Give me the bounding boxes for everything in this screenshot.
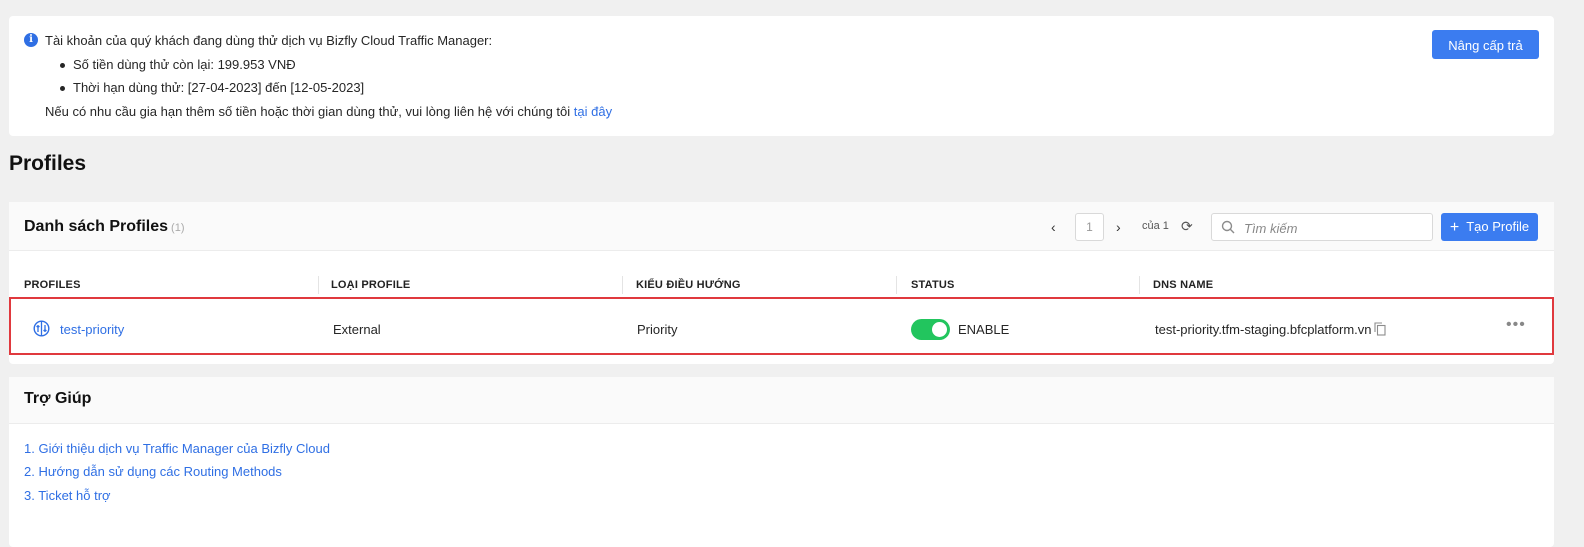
column-header-status: STATUS (911, 279, 955, 291)
search-box[interactable] (1211, 213, 1433, 241)
column-header-dns: DNS NAME (1153, 279, 1214, 291)
profile-routing: Priority (637, 322, 678, 337)
column-header-profiles: PROFILES (24, 279, 81, 291)
column-divider (1139, 276, 1140, 294)
upgrade-button[interactable]: Nâng cấp trả phí (1432, 30, 1539, 82)
trial-notice: i Tài khoản của quý khách đang dùng thử … (9, 16, 1554, 136)
create-profile-button[interactable]: + Tạo Profile (1441, 213, 1538, 241)
help-title: Trợ Giúp (24, 390, 92, 407)
create-profile-label: Tạo Profile (1466, 219, 1530, 234)
profiles-card-title: Danh sách Profiles (1) (24, 218, 185, 236)
column-divider (896, 276, 897, 294)
column-header-routing: KIỂU ĐIỀU HƯỚNG (636, 279, 741, 291)
profile-name-link[interactable]: test-priority (60, 322, 124, 337)
help-link-routing[interactable]: 2. Hướng dẫn sử dụng các Routing Methods (24, 464, 282, 479)
trial-contact-text: Nếu có nhu cầu gia hạn thêm số tiền hoặc… (45, 104, 612, 119)
profile-type: External (333, 322, 381, 337)
help-link-intro[interactable]: 1. Giới thiệu dịch vụ Traffic Manager củ… (24, 441, 330, 456)
column-divider (622, 276, 623, 294)
page-total: của 1 (1142, 220, 1169, 232)
contact-link[interactable]: tại đây (574, 104, 612, 119)
help-card: Trợ Giúp 1. Giới thiệu dịch vụ Traffic M… (9, 377, 1554, 547)
help-card-header: Trợ Giúp (9, 377, 1554, 424)
chevron-left-icon[interactable]: ‹ (1051, 219, 1056, 235)
trial-info-list: Số tiền dùng thử còn lại: 199.953 VNĐ Th… (59, 57, 364, 103)
more-actions-icon[interactable]: ••• (1506, 316, 1526, 334)
column-header-type: LOẠI PROFILE (331, 279, 411, 291)
toggle-knob (932, 322, 947, 337)
help-link-ticket[interactable]: 3. Ticket hỗ trợ (24, 488, 111, 503)
chevron-right-icon[interactable]: › (1116, 219, 1121, 235)
page-number-input[interactable] (1075, 213, 1104, 241)
profiles-count: (1) (171, 222, 185, 234)
globe-traffic-icon (33, 320, 50, 337)
trial-notice-title: Tài khoản của quý khách đang dùng thử dị… (45, 33, 493, 48)
search-input[interactable] (1242, 217, 1431, 239)
info-icon: i (24, 33, 38, 47)
status-label: ENABLE (958, 322, 1010, 337)
dns-name: test-priority.tfm-staging.bfcplatform.vn (1155, 322, 1372, 337)
page-title: Profiles (9, 152, 87, 175)
contact-text: Nếu có nhu cầu gia hạn thêm số tiền hoặc… (45, 104, 571, 119)
profiles-card: Danh sách Profiles(1) ‹ › của 1 ⟳ + Tạo P… (9, 202, 1554, 364)
search-icon (1221, 220, 1235, 234)
copy-icon[interactable] (1374, 322, 1386, 336)
status-toggle[interactable] (911, 319, 950, 340)
profiles-title-text: Danh sách Profiles (24, 218, 169, 235)
trial-period: Thời hạn dùng thử: [27-04-2023] đến [12-… (59, 80, 364, 103)
column-divider (318, 276, 319, 294)
plus-icon: + (1449, 219, 1460, 236)
refresh-icon[interactable]: ⟳ (1181, 218, 1193, 235)
trial-balance: Số tiền dùng thử còn lại: 199.953 VNĐ (59, 57, 364, 80)
profiles-card-header: Danh sách Profiles(1) ‹ › của 1 ⟳ + Tạo P… (9, 202, 1554, 251)
